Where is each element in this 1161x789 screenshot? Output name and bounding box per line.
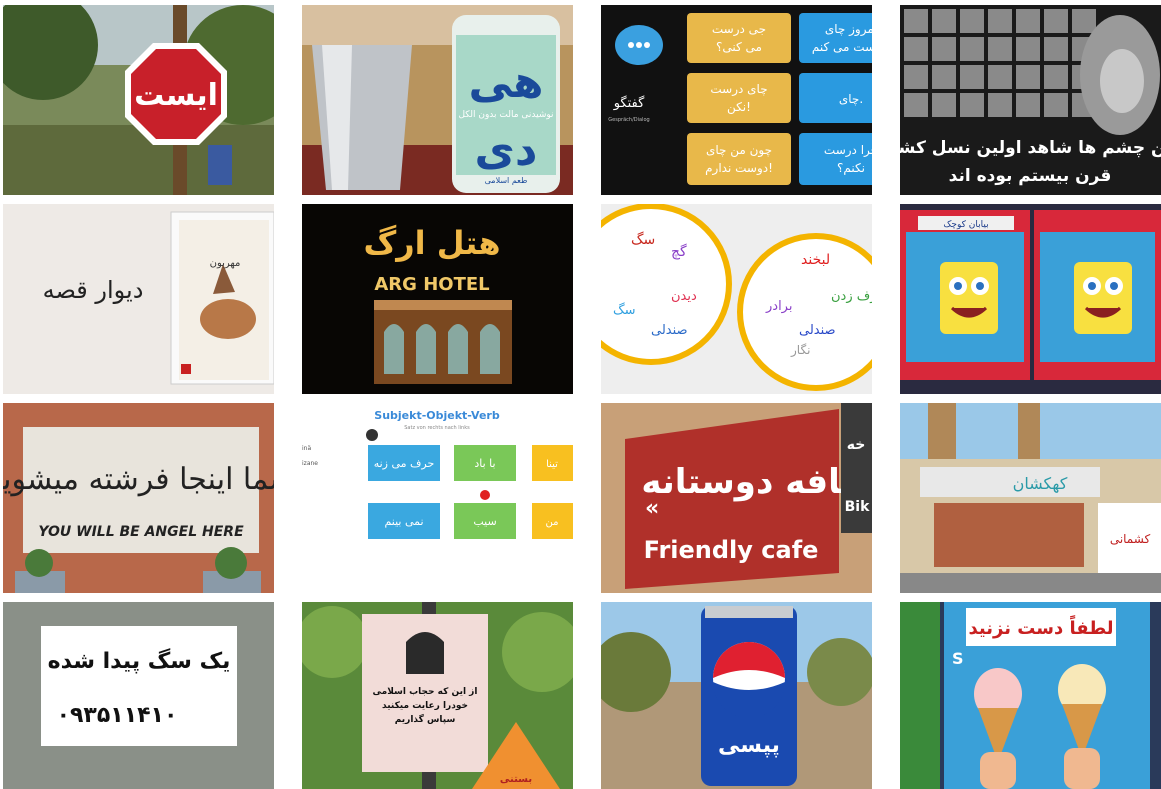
- tile-dialog-chart[interactable]: گفتگو Gespräch/Dialog جی درست می کنی؟ چا…: [601, 5, 872, 195]
- tile-cartoon-billboard[interactable]: بیابان کوچک: [900, 204, 1161, 394]
- tile-portrait-banner[interactable]: این چشم ها شاهد اولین نسل کشی قرن بیستم …: [900, 5, 1161, 195]
- side-note-1: inä: [302, 445, 311, 452]
- angel-english: YOU WILL BE ANGEL HERE: [38, 524, 244, 540]
- word-1: سگ: [631, 231, 655, 248]
- bubble-1-line-2: می کنی؟: [716, 40, 762, 54]
- bubble-3-line-1: چون من چای: [706, 143, 772, 158]
- word-3: حرف زدن: [831, 289, 872, 304]
- angel-persian: شما اینجا فرشته میشوید: [3, 462, 274, 497]
- cartoon-billboard-photo: بیابان کوچک: [900, 204, 1161, 394]
- photo-grid: ایست هی دی نوشیدنی مالت بدون الکل طعم اس…: [0, 0, 1161, 789]
- friendly-cafe-photo: کافه دوستانه Friendly cafe « خه Bik: [601, 403, 872, 593]
- portrait-banner-photo: این چشم ها شاهد اولین نسل کشی قرن بیستم …: [900, 5, 1161, 195]
- tile-svo-slide[interactable]: Subjekt-Objekt-Verb Satz von rechts nach…: [302, 403, 573, 593]
- pepsi-can-photo: پپسی: [601, 602, 872, 789]
- tile-lost-dog[interactable]: یک سگ پیدا شده ۰۹۳۵۱۱۴۱۰: [3, 602, 274, 789]
- word-6: صندلی: [651, 323, 688, 338]
- speech-icon: [366, 429, 378, 441]
- dialog-subtitle: Gespräch/Dialog: [608, 117, 649, 123]
- tile-stop-sign[interactable]: ایست: [3, 5, 274, 195]
- svo-slide-image: Subjekt-Objekt-Verb Satz von rechts nach…: [302, 403, 573, 593]
- stop-sign-text: ایست: [134, 78, 218, 113]
- story-wall-photo: دیوار قصه مهربون: [3, 204, 274, 394]
- word-circles-image: سگ گچ ديدن سگ صندلی لبخند حرف زدن برادر …: [601, 204, 872, 394]
- next-sign-top: خه: [847, 437, 866, 453]
- can-word-1: هی: [468, 57, 543, 108]
- hotel-name-english: ARG HOTEL: [374, 274, 489, 295]
- tile-ice-cream-sign[interactable]: لطفاً دست نزنید S: [900, 602, 1161, 789]
- bubble-2-line-2: نکن!: [727, 100, 751, 115]
- pepsi-wordmark: پپسی: [718, 733, 780, 758]
- word-5: نگار: [790, 343, 810, 358]
- poster-title: مهربون: [210, 258, 241, 269]
- note-line-2: خودرا رعایت میکنید: [382, 701, 468, 711]
- brand-letter: S: [952, 649, 964, 668]
- do-not-touch-text: لطفاً دست نزنید: [969, 615, 1114, 639]
- apple-icon: [480, 490, 490, 500]
- ice-cream-shop-sign: بستنی: [500, 774, 532, 785]
- word-9: ديدن: [671, 289, 697, 304]
- bubble-6-line-2: نکنم؟: [837, 161, 865, 175]
- tile-pepsi-can[interactable]: پپسی: [601, 602, 872, 789]
- block-object-1: با باد: [474, 457, 495, 470]
- can-word-2: دی: [475, 125, 538, 176]
- tile-friendly-cafe[interactable]: کافه دوستانه Friendly cafe « خه Bik: [601, 403, 872, 593]
- word-4: برادر: [765, 299, 792, 314]
- hotel-name-persian: هتل ارگ: [363, 224, 500, 262]
- ice-cream-sign-photo: لطفاً دست نزنید S: [900, 602, 1161, 789]
- cafe-english: Friendly cafe: [644, 536, 819, 564]
- lost-dog-photo: یک سگ پیدا شده ۰۹۳۵۱۱۴۱۰: [3, 602, 274, 789]
- hijab-note-photo: از این که حجاب اسلامی خودرا رعایت میکنید…: [302, 602, 573, 789]
- tile-angel-sign[interactable]: شما اینجا فرشته میشوید YOU WILL BE ANGEL…: [3, 403, 274, 593]
- bubble-1-line-1: جی درست: [712, 22, 766, 37]
- slide-title: Subjekt-Objekt-Verb: [374, 409, 500, 422]
- dialog-chart-image: گفتگو Gespräch/Dialog جی درست می کنی؟ چا…: [601, 5, 872, 195]
- billboard-caption: بیابان کوچک: [943, 220, 988, 230]
- bubble-3-line-2: دوست ندارم!: [705, 161, 773, 176]
- tile-arg-hotel[interactable]: هتل ارگ ARG HOTEL: [302, 204, 573, 394]
- block-subject-1: تینا: [546, 459, 558, 470]
- shop-sign: کهکشان: [1013, 474, 1068, 494]
- lost-dog-phone: ۰۹۳۵۱۱۴۱۰: [57, 703, 178, 728]
- can-flavor: طعم اسلامی: [485, 176, 528, 185]
- cup-and-can-photo: هی دی نوشیدنی مالت بدون الکل طعم اسلامی: [302, 5, 573, 195]
- note-line-1: از این که حجاب اسلامی: [373, 687, 478, 697]
- banner-line-2: قرن بیستم بوده اند: [949, 166, 1112, 186]
- note-line-3: سپاس گذاریم: [395, 713, 456, 725]
- word-10: صندلی: [799, 323, 836, 338]
- bubble-4-line-1: امروز چای: [825, 22, 872, 37]
- dialog-title: گفتگو: [613, 95, 645, 111]
- banner-line-1: این چشم ها شاهد اولین نسل کشی: [900, 138, 1161, 158]
- tile-shop-street[interactable]: کهکشان کشمانی: [900, 403, 1161, 593]
- lost-dog-title: یک سگ پیدا شده: [48, 647, 231, 674]
- tile-story-wall[interactable]: دیوار قصه مهربون: [3, 204, 274, 394]
- wall-title: دیوار قصه: [43, 276, 144, 304]
- bubble-4-line-2: درست می کنم.: [812, 40, 872, 55]
- tile-word-circles[interactable]: سگ گچ ديدن سگ صندلی لبخند حرف زدن برادر …: [601, 204, 872, 394]
- shop-street-photo: کهکشان کشمانی: [900, 403, 1161, 593]
- block-subject-2: من: [546, 517, 559, 528]
- bubble-2-line-1: چای درست: [710, 82, 767, 97]
- word-2: گچ: [671, 243, 687, 260]
- angel-sign-photo: شما اینجا فرشته میشوید YOU WILL BE ANGEL…: [3, 403, 274, 593]
- tile-hijab-note[interactable]: از این که حجاب اسلامی خودرا رعایت میکنید…: [302, 602, 573, 789]
- word-8: سگ: [613, 302, 636, 318]
- block-verb-1: حرف می زنه: [374, 457, 435, 470]
- word-7: لبخند: [801, 252, 830, 268]
- arrows-icon: «: [645, 496, 659, 521]
- bubble-6-line-1: چرا درست: [824, 143, 872, 158]
- block-object-2: سیب: [473, 515, 496, 528]
- next-sign-bottom: Bik: [845, 499, 870, 515]
- cafe-persian: کافه دوستانه: [641, 462, 861, 502]
- tile-cup-and-can[interactable]: هی دی نوشیدنی مالت بدون الکل طعم اسلامی: [302, 5, 573, 195]
- side-note-2: izane: [302, 460, 318, 467]
- arg-hotel-photo: هتل ارگ ARG HOTEL: [302, 204, 573, 394]
- slide-subtitle: Satz von rechts nach links: [404, 425, 470, 431]
- shutter-graffiti: کشمانی: [1110, 532, 1151, 546]
- block-verb-2: نمی بینم: [384, 515, 423, 528]
- can-tagline: نوشیدنی مالت بدون الکل: [458, 110, 553, 120]
- stop-sign-photo: ایست: [3, 5, 274, 195]
- bubble-5-line-1: چای.: [839, 92, 863, 106]
